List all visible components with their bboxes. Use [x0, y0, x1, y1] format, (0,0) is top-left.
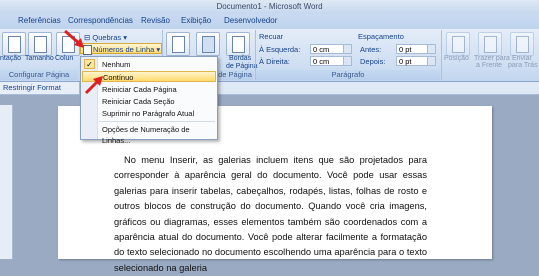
spin-arrow-icon[interactable] [427, 57, 435, 65]
page-color-button[interactable] [196, 32, 220, 56]
vertical-ruler [0, 105, 13, 259]
watermark-icon [172, 36, 185, 53]
line-numbers-button[interactable]: Números de Linha ▾ [80, 43, 162, 55]
columns-label: Colun [55, 55, 74, 62]
spacing-after-label: Depois: [360, 57, 386, 66]
bring-front-icon [484, 36, 497, 53]
position-icon [452, 36, 465, 53]
title-bar: Documento1 - Microsoft Word [0, 0, 539, 15]
page-icon [34, 36, 47, 53]
check-icon: ✓ [84, 59, 95, 69]
line-numbers-label: Números de Linha [93, 45, 155, 54]
page-borders-icon [232, 36, 245, 53]
page-color-icon [202, 36, 215, 53]
restrict-label: Restringir Format [3, 83, 61, 92]
group-separator [441, 30, 442, 80]
group-label-paragraph: Parágrafo [256, 70, 440, 80]
send-back-button[interactable] [510, 32, 534, 56]
position-label: Posição [444, 55, 469, 62]
tab-desenvolvedor[interactable]: Desenvolvedor [224, 16, 277, 25]
tab-referencias[interactable]: Referências [18, 16, 61, 25]
bring-front-label: Trazer para [474, 55, 510, 62]
menu-item-label: Nenhum [102, 60, 131, 69]
menu-separator [99, 121, 215, 122]
orientation-button[interactable] [2, 32, 26, 56]
spin-arrow-icon[interactable] [427, 45, 435, 53]
menu-item-suppress[interactable]: Suprimir no Parágrafo Atual [82, 108, 216, 119]
position-button[interactable] [446, 32, 470, 56]
send-back-label-2: para Trás [508, 62, 538, 69]
breaks-button[interactable]: ⊟ Quebras ▾ [84, 33, 127, 42]
borders-label: Bordas [229, 55, 252, 62]
send-back-label: Enviar [512, 55, 532, 62]
menu-item-label: Reiniciar Cada Seção [102, 97, 175, 106]
group-label-page-setup: Configurar Página [0, 70, 78, 80]
restrict-formatting-button[interactable]: Restringir Format [0, 82, 80, 94]
red-arrow-icon [84, 76, 103, 95]
document-paragraph[interactable]: No menu Inserir, as galerias incluem ite… [114, 153, 427, 276]
indent-left-value: 0 cm [313, 45, 330, 54]
spin-arrow-icon[interactable] [343, 57, 351, 65]
spacing-after-input[interactable]: 0 pt [396, 56, 436, 66]
menu-item-restart-section[interactable]: Reiniciar Cada Seção [82, 96, 216, 107]
page-label: de Página [226, 63, 258, 70]
breaks-label: Quebras [92, 33, 122, 42]
bring-front-button[interactable] [478, 32, 502, 56]
tab-exibicao[interactable]: Exibição [181, 16, 211, 25]
send-back-icon [516, 36, 529, 53]
size-label: Tamanho [25, 55, 54, 62]
spacing-before-input[interactable]: 0 pt [396, 44, 436, 54]
red-arrow-icon [64, 29, 84, 48]
page-borders-button[interactable] [226, 32, 250, 56]
indent-left-label: À Esquerda: [259, 45, 301, 54]
window-title: Documento1 - Microsoft Word [216, 2, 323, 11]
menu-item-label: Contínuo [103, 73, 134, 82]
indent-title: Recuar [259, 32, 284, 41]
menu-item-none[interactable]: ✓ Nenhum [82, 59, 216, 70]
menu-item-label: Reiniciar Cada Página [102, 85, 177, 94]
orientation-label: ntação [0, 55, 22, 62]
spacing-after-value: 0 pt [399, 57, 412, 66]
menu-item-label: Opções de Numeração de Linhas... [102, 125, 190, 145]
indent-right-value: 0 cm [313, 57, 330, 66]
indent-right-input[interactable]: 0 cm [310, 56, 352, 66]
bring-front-label-2: a Frente [476, 62, 503, 69]
size-button[interactable] [28, 32, 52, 56]
line-numbers-menu: ✓ Nenhum Contínuo Reiniciar Cada Página … [80, 56, 218, 145]
page-icon [8, 36, 21, 53]
spacing-title: Espaçamento [358, 32, 404, 41]
spacing-before-label: Antes: [360, 45, 382, 54]
watermark-button[interactable] [166, 32, 190, 56]
menu-item-line-numbering-options[interactable]: Opções de Numeração de Linhas... [82, 124, 216, 145]
tab-revisao[interactable]: Revisão [141, 16, 170, 25]
spin-arrow-icon[interactable] [343, 45, 351, 53]
menu-item-label: Suprimir no Parágrafo Atual [102, 109, 195, 118]
group-label-page-background: de Página [216, 70, 254, 80]
indent-left-input[interactable]: 0 cm [310, 44, 352, 54]
ribbon-tabs: Referências Correspondências Revisão Exi… [0, 14, 539, 29]
tab-correspondencias[interactable]: Correspondências [68, 16, 133, 25]
spacing-before-value: 0 pt [399, 45, 412, 54]
indent-right-label: À Direita: [259, 57, 290, 66]
